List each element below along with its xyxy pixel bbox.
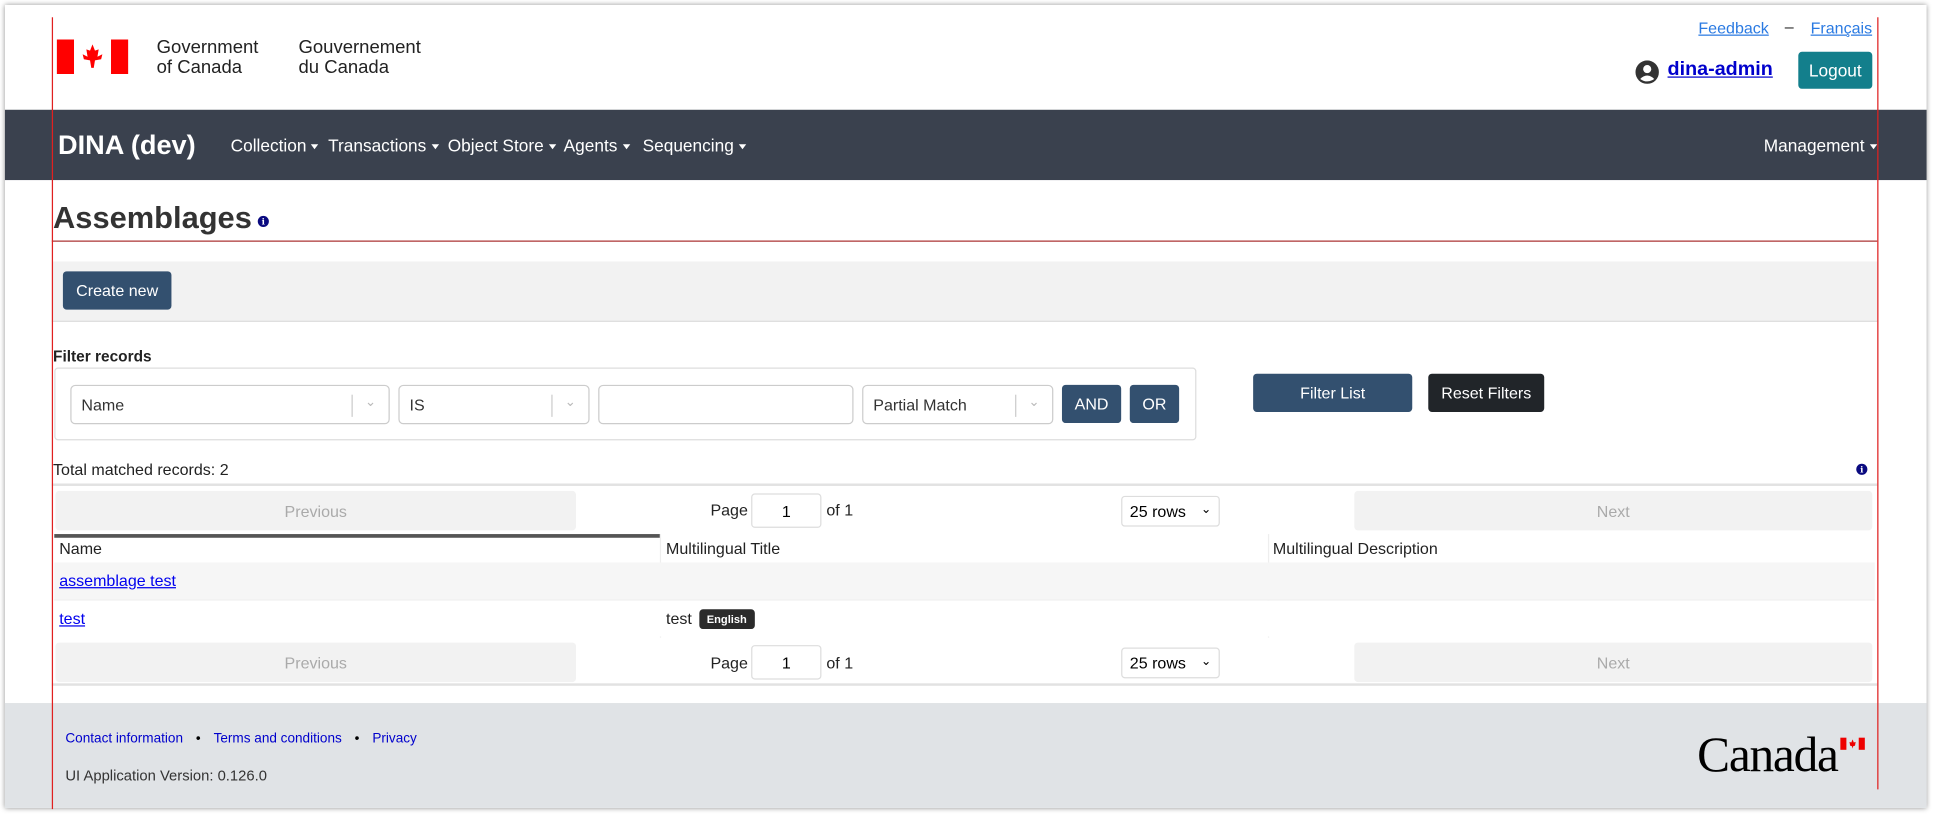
info-icon[interactable]: i <box>1856 463 1868 475</box>
chevron-down-icon: ⌄ <box>1200 503 1212 517</box>
row-name-link[interactable]: assemblage test <box>59 571 176 590</box>
filter-match-type-select[interactable]: Partial Match ⌄ <box>862 384 1054 425</box>
terms-link[interactable]: Terms and conditions <box>214 731 342 746</box>
bullet: • <box>354 731 360 747</box>
contact-information-link[interactable]: Contact information <box>65 731 183 746</box>
app-version: UI Application Version: 0.126.0 <box>65 767 267 785</box>
table-row <box>54 600 1875 637</box>
gov-fr-line2: du Canada <box>298 56 390 78</box>
caret-down-icon <box>548 144 557 150</box>
nav-sequencing-label: Sequencing <box>642 135 734 156</box>
filter-list-button[interactable]: Filter List <box>1253 373 1413 412</box>
language-toggle-link[interactable]: Français <box>1811 19 1872 38</box>
header-separator: – <box>1784 17 1794 36</box>
rows-per-page-select[interactable]: 25 rows ⌄ <box>1121 647 1220 679</box>
canada-wordmark: Canada <box>1697 726 1839 782</box>
caret-down-icon <box>738 144 747 150</box>
nav-transactions-label: Transactions <box>328 135 427 156</box>
info-icon[interactable]: i <box>257 215 269 227</box>
chevron-down-icon: ⌄ <box>1028 394 1040 410</box>
page-number-input[interactable]: 1 <box>751 645 822 680</box>
nav-agents-label: Agents <box>563 135 618 156</box>
brand-link[interactable]: DINA (dev) <box>58 130 196 162</box>
right-guide-line <box>1877 17 1879 790</box>
or-button[interactable]: OR <box>1129 384 1180 424</box>
nav-collection-label: Collection <box>230 135 307 156</box>
rows-per-page-select[interactable]: 25 rows ⌄ <box>1121 495 1220 527</box>
caret-down-icon <box>311 144 319 150</box>
next-button-top[interactable]: Next <box>1354 490 1873 531</box>
page: Government of Canada Gouvernement du Can… <box>0 0 1934 814</box>
rows-value: 25 rows <box>1129 501 1186 521</box>
user-icon <box>1635 60 1659 84</box>
gov-en-line2: of Canada <box>156 56 243 78</box>
total-records-text: Total matched records: 2 <box>53 460 229 479</box>
privacy-link[interactable]: Privacy <box>372 731 416 746</box>
filter-operator-value: IS <box>409 395 425 414</box>
filter-operator-select[interactable]: IS ⌄ <box>398 384 590 425</box>
nav-object-store[interactable]: Object Store <box>447 135 557 156</box>
username-link[interactable]: dina-admin <box>1668 59 1773 81</box>
table-row <box>54 562 1875 601</box>
column-header-multilingual-title[interactable]: Multilingual Title <box>666 539 780 558</box>
gov-fr-line1: Gouvernement <box>298 37 421 58</box>
chevron-down-icon: ⌄ <box>564 394 576 410</box>
left-guide-line <box>51 17 54 810</box>
nav-sequencing[interactable]: Sequencing <box>642 135 747 156</box>
filter-field-select[interactable]: Name ⌄ <box>70 384 390 425</box>
column-header-multilingual-description[interactable]: Multilingual Description <box>1273 539 1438 558</box>
nav-collection[interactable]: Collection <box>230 135 319 156</box>
rows-value: 25 rows <box>1129 653 1186 673</box>
feedback-link[interactable]: Feedback <box>1698 19 1768 38</box>
page-title: Assemblages <box>53 201 252 236</box>
sort-indicator <box>54 534 660 538</box>
language-badge: English <box>699 609 755 630</box>
canada-flag-icon <box>56 39 129 75</box>
nav-management-label: Management <box>1763 135 1865 156</box>
footer <box>4 703 1927 808</box>
column-header-name[interactable]: Name <box>59 539 102 558</box>
page-number-input[interactable]: 1 <box>751 493 822 528</box>
create-new-button[interactable]: Create new <box>62 271 172 310</box>
title-divider <box>51 240 1878 242</box>
nav-management[interactable]: Management <box>1763 135 1877 156</box>
row-title-text: test <box>666 609 692 628</box>
caret-down-icon <box>622 144 630 150</box>
next-button-bottom[interactable]: Next <box>1354 642 1873 683</box>
nav-object-store-label: Object Store <box>447 135 544 156</box>
filter-value-input[interactable] <box>598 384 854 425</box>
page-of-label: of 1 <box>826 653 854 673</box>
page-label: Page <box>710 653 748 673</box>
previous-button-bottom[interactable]: Previous <box>55 642 576 683</box>
caret-down-icon <box>431 144 439 150</box>
page-label: Page <box>710 500 748 520</box>
footer-links: Contact information • Terms and conditio… <box>65 726 416 748</box>
row-name-link[interactable]: test <box>59 609 85 628</box>
nav-agents[interactable]: Agents <box>563 135 630 156</box>
chevron-down-icon: ⌄ <box>1200 654 1212 669</box>
and-button[interactable]: AND <box>1061 384 1122 424</box>
logout-button[interactable]: Logout <box>1798 51 1873 89</box>
filter-match-value: Partial Match <box>873 395 967 414</box>
page-of-label: of 1 <box>826 500 854 520</box>
gov-en-wordmark: Government of Canada <box>157 38 259 77</box>
bullet: • <box>195 731 201 747</box>
filter-heading: Filter records <box>53 347 152 366</box>
gov-fr-wordmark: Gouvernement du Canada <box>298 38 420 77</box>
previous-button-top[interactable]: Previous <box>55 490 576 531</box>
action-toolbar <box>51 261 1878 322</box>
reset-filters-button[interactable]: Reset Filters <box>1428 373 1545 412</box>
filter-field-value: Name <box>81 395 125 414</box>
nav-transactions[interactable]: Transactions <box>328 135 439 156</box>
caret-down-icon <box>1869 144 1877 150</box>
gov-en-line1: Government <box>156 37 259 58</box>
chevron-down-icon: ⌄ <box>364 394 377 410</box>
canada-flag-icon <box>1840 734 1865 750</box>
